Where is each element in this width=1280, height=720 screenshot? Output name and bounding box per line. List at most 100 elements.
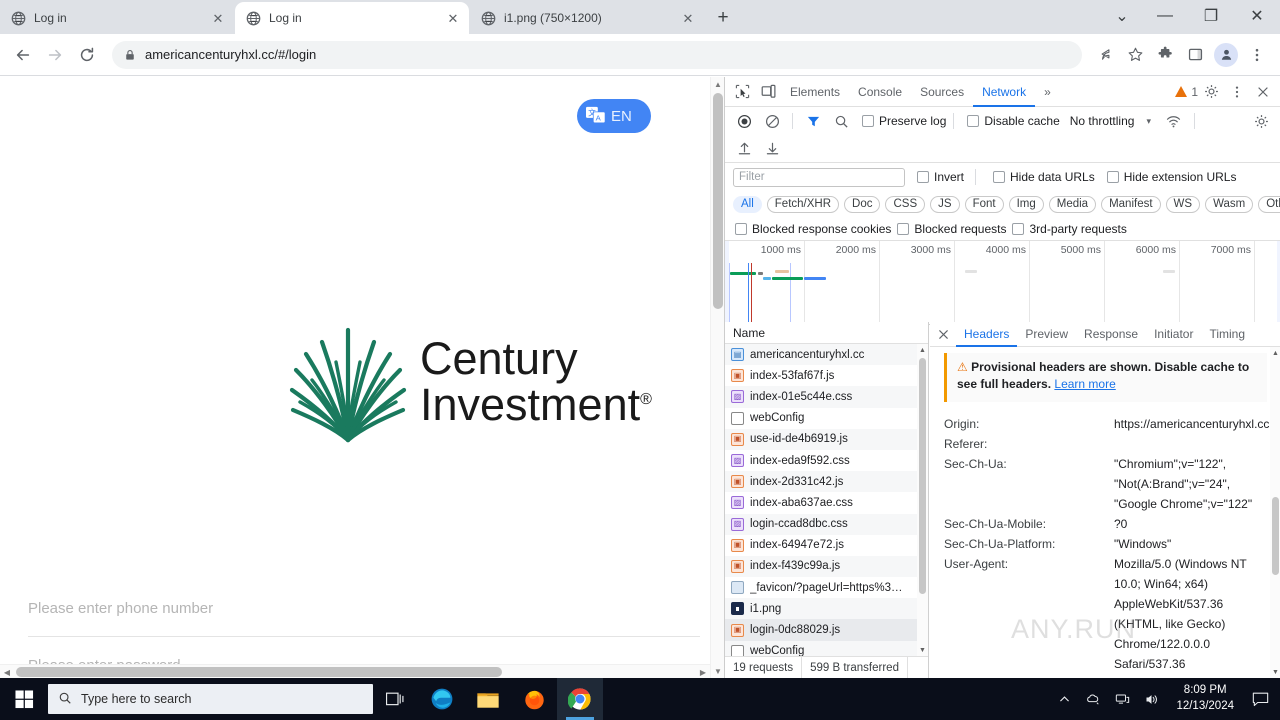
- type-filter-other[interactable]: Other: [1258, 195, 1280, 213]
- detail-scrollbar[interactable]: ▲ ▼: [1270, 347, 1280, 678]
- type-filter-img[interactable]: Img: [1008, 195, 1044, 213]
- show-hidden-icons-chevron[interactable]: [1051, 678, 1077, 720]
- type-filter-ws[interactable]: WS: [1165, 195, 1201, 213]
- maximize-button[interactable]: ❐: [1188, 0, 1234, 32]
- inspect-element-icon[interactable]: [729, 79, 755, 105]
- table-row[interactable]: ▣ index-53faf67f.js: [725, 365, 928, 386]
- file-explorer-icon[interactable]: [465, 678, 511, 720]
- close-window-button[interactable]: ✕: [1234, 0, 1280, 32]
- table-row[interactable]: ▨ index-eda9f592.css: [725, 450, 928, 471]
- scroll-up-arrow-icon[interactable]: ▲: [1270, 347, 1280, 359]
- devtools-tab-sources[interactable]: Sources: [911, 77, 973, 107]
- scroll-down-arrow-icon[interactable]: ▼: [917, 644, 928, 656]
- forward-button[interactable]: [40, 40, 70, 70]
- phone-input-field[interactable]: Please enter phone number: [28, 580, 700, 637]
- browser-tab-2[interactable]: Log in ✕: [235, 2, 469, 34]
- taskbar-search-input[interactable]: Type here to search: [48, 684, 373, 714]
- tab-close-icon[interactable]: ✕: [680, 10, 696, 26]
- table-row[interactable]: webConfig: [725, 408, 928, 429]
- devtools-tab-elements[interactable]: Elements: [781, 77, 849, 107]
- browser-tab-3[interactable]: i1.png (750×1200) ✕: [470, 2, 704, 34]
- table-row[interactable]: _favicon/?pageUrl=https%3…: [725, 577, 928, 598]
- new-tab-button[interactable]: +: [709, 4, 737, 32]
- chevron-down-icon[interactable]: ▾: [1146, 116, 1151, 127]
- address-bar[interactable]: americancenturyhxl.cc/#/login: [112, 40, 1082, 69]
- scroll-up-arrow-icon[interactable]: ▲: [711, 77, 724, 91]
- tab-close-icon[interactable]: ✕: [210, 10, 226, 26]
- record-icon[interactable]: [731, 108, 757, 134]
- reload-button[interactable]: [72, 40, 102, 70]
- type-filter-css[interactable]: CSS: [885, 195, 926, 213]
- clear-icon[interactable]: [759, 108, 785, 134]
- scroll-down-arrow-icon[interactable]: ▼: [1270, 666, 1280, 678]
- devtools-tab-console[interactable]: Console: [849, 77, 911, 107]
- detail-tab-timing[interactable]: Timing: [1201, 322, 1253, 347]
- throttling-select[interactable]: No throttling: [1070, 114, 1135, 128]
- export-har-icon[interactable]: [759, 136, 785, 162]
- filter-icon[interactable]: [800, 108, 826, 134]
- devtools-tab-network[interactable]: Network: [973, 77, 1035, 107]
- devtools-more-tabs-icon[interactable]: »: [1035, 77, 1060, 107]
- volume-icon[interactable]: [1138, 678, 1164, 720]
- network-icon[interactable]: [1109, 678, 1135, 720]
- tab-close-icon[interactable]: ✕: [445, 10, 461, 26]
- onedrive-icon[interactable]: [1080, 678, 1106, 720]
- table-row[interactable]: ▤ americancenturyhxl.cc: [725, 344, 928, 366]
- preserve-log-checkbox[interactable]: Preserve log: [862, 114, 946, 128]
- table-row[interactable]: ▣ index-f439c99a.js: [725, 555, 928, 578]
- devtools-close-icon[interactable]: [1250, 79, 1276, 105]
- minimize-button[interactable]: —: [1142, 0, 1188, 32]
- table-row[interactable]: ▣ index-64947e72.js: [725, 535, 928, 556]
- firefox-icon[interactable]: [511, 678, 557, 720]
- hide-data-urls-checkbox[interactable]: Hide data URLs: [993, 170, 1095, 184]
- browser-tab-1[interactable]: Log in ✕: [0, 2, 234, 34]
- network-request-list[interactable]: Name ▤ americancenturyhxl.cc ▣ index-53faf…: [725, 322, 929, 678]
- table-row[interactable]: ▨ index-01e5c44e.css: [725, 386, 928, 408]
- type-filter-manifest[interactable]: Manifest: [1101, 195, 1161, 213]
- blocked-requests-checkbox[interactable]: Blocked requests: [897, 222, 1006, 236]
- network-overview-timeline[interactable]: 1000 ms 2000 ms 3000 ms 4000 ms 5000 ms …: [725, 241, 1280, 325]
- detail-tab-headers[interactable]: Headers: [956, 322, 1017, 347]
- table-row[interactable]: ▣ use-id-de4b6919.js: [725, 428, 928, 450]
- scroll-up-arrow-icon[interactable]: ▲: [917, 344, 928, 356]
- detail-scroll-thumb[interactable]: [1272, 497, 1279, 575]
- task-view-icon[interactable]: [373, 678, 419, 720]
- settings-gear-icon[interactable]: [1198, 79, 1224, 105]
- network-conditions-icon[interactable]: [1161, 108, 1187, 134]
- table-row[interactable]: ▨ login-ccad8dbc.css: [725, 513, 928, 535]
- blocked-response-cookies-checkbox[interactable]: Blocked response cookies: [735, 222, 891, 236]
- disable-cache-checkbox[interactable]: Disable cache: [967, 114, 1060, 128]
- hide-extension-urls-checkbox[interactable]: Hide extension URLs: [1106, 170, 1236, 184]
- table-row[interactable]: webConfig: [725, 640, 928, 656]
- request-list-scroll-thumb[interactable]: [919, 358, 926, 594]
- type-filter-font[interactable]: Font: [964, 195, 1004, 213]
- type-filter-fetch-xhr[interactable]: Fetch/XHR: [766, 195, 840, 213]
- side-panel-icon[interactable]: [1180, 40, 1210, 70]
- bookmark-star-icon[interactable]: [1120, 40, 1150, 70]
- page-horizontal-scrollbar[interactable]: ◀ ▶: [0, 664, 710, 678]
- tab-search-chevron-icon[interactable]: ⌄: [1102, 0, 1142, 32]
- vertical-scroll-thumb[interactable]: [713, 93, 723, 309]
- microsoft-edge-icon[interactable]: [419, 678, 465, 720]
- devtools-menu-icon[interactable]: [1224, 79, 1250, 105]
- scroll-right-arrow-icon[interactable]: ▶: [696, 665, 710, 678]
- windows-start-icon[interactable]: [0, 678, 48, 720]
- detail-tab-initiator[interactable]: Initiator: [1146, 322, 1201, 347]
- horizontal-scroll-thumb[interactable]: [16, 667, 502, 677]
- filter-input[interactable]: Filter: [733, 167, 905, 187]
- type-filter-js[interactable]: JS: [930, 195, 960, 213]
- detail-tab-response[interactable]: Response: [1076, 322, 1146, 347]
- device-toolbar-icon[interactable]: [755, 79, 781, 105]
- scroll-down-arrow-icon[interactable]: ▼: [711, 664, 724, 678]
- import-har-icon[interactable]: [731, 136, 757, 162]
- share-icon[interactable]: [1090, 40, 1120, 70]
- third-party-requests-checkbox[interactable]: 3rd-party requests: [1012, 222, 1127, 236]
- action-center-icon[interactable]: [1246, 678, 1274, 720]
- learn-more-link[interactable]: Learn more: [1054, 377, 1115, 391]
- back-button[interactable]: [8, 40, 38, 70]
- type-filter-media[interactable]: Media: [1048, 195, 1097, 213]
- profile-avatar-icon[interactable]: [1214, 42, 1238, 67]
- type-filter-wasm[interactable]: Wasm: [1205, 195, 1254, 213]
- devtools-warning-count[interactable]: 1: [1175, 85, 1198, 99]
- detail-tab-preview[interactable]: Preview: [1017, 322, 1076, 347]
